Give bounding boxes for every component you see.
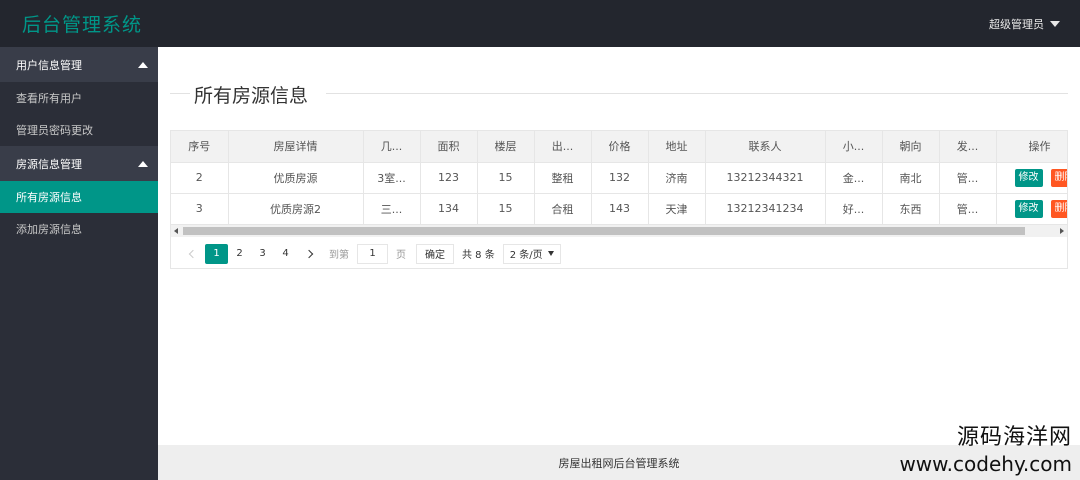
delete-button[interactable]: 删除 bbox=[1050, 168, 1067, 187]
table-cell: 管... bbox=[939, 162, 997, 194]
watermark: 源码海洋网 www.codehy.com bbox=[899, 424, 1072, 476]
page-size-select[interactable]: 2 条/页 bbox=[502, 243, 561, 264]
column-header[interactable]: 价格 bbox=[591, 131, 649, 163]
column-header[interactable]: 面积 bbox=[420, 131, 478, 163]
table-cell: 合租 bbox=[534, 193, 592, 225]
table-cell: 南北 bbox=[882, 162, 940, 194]
table-cell: 天津 bbox=[648, 193, 706, 225]
next-page-button[interactable] bbox=[297, 244, 321, 264]
table-cell: 15 bbox=[477, 193, 535, 225]
table-cell: 143 bbox=[591, 193, 649, 225]
house-table: 序号 房屋详情 几... 面积 楼层 出... 价格 地址 联系人 小... 朝… bbox=[170, 130, 1068, 269]
column-header[interactable]: 序号 bbox=[171, 131, 229, 163]
nav-group-label: 房源信息管理 bbox=[16, 157, 82, 171]
goto-label: 到第 bbox=[329, 250, 349, 261]
table-cell-actions: 修改删除 bbox=[996, 193, 1067, 225]
nav-item-add-house[interactable]: 添加房源信息 bbox=[0, 213, 158, 245]
chevron-left-icon bbox=[188, 249, 198, 258]
page-title-row: 所有房源信息 bbox=[170, 81, 1068, 107]
table-cell: 132 bbox=[591, 162, 649, 194]
table-cell: 济南 bbox=[648, 162, 706, 194]
edit-button[interactable]: 修改 bbox=[1014, 199, 1043, 218]
table-cell: 13212344321 bbox=[705, 162, 826, 194]
column-header[interactable]: 发... bbox=[939, 131, 997, 163]
app-logo[interactable]: 后台管理系统 bbox=[22, 10, 142, 37]
column-header[interactable]: 朝向 bbox=[882, 131, 940, 163]
table-cell: 123 bbox=[420, 162, 478, 194]
user-name: 超级管理员 bbox=[989, 18, 1044, 31]
column-header[interactable]: 地址 bbox=[648, 131, 706, 163]
watermark-cn: 源码海洋网 bbox=[956, 425, 1072, 450]
table-row[interactable]: 2 优质房源 3室... 123 15 整租 132 济南 1321234432… bbox=[171, 162, 1067, 194]
watermark-url: www.codehy.com bbox=[899, 452, 1072, 476]
footer-text: 房屋出租网后台管理系统 bbox=[558, 456, 680, 470]
user-menu[interactable]: 超级管理员 bbox=[989, 16, 1060, 32]
top-header: 后台管理系统 超级管理员 bbox=[0, 0, 1080, 47]
page-number[interactable]: 1 bbox=[205, 243, 228, 264]
table-cell: 好... bbox=[825, 193, 883, 225]
column-header[interactable]: 出... bbox=[534, 131, 592, 163]
page-number[interactable]: 2 bbox=[228, 244, 251, 264]
divider bbox=[170, 93, 190, 94]
caret-up-icon bbox=[138, 61, 148, 68]
page-number[interactable]: 4 bbox=[274, 244, 297, 264]
delete-button[interactable]: 删除 bbox=[1050, 199, 1067, 218]
scroll-right-icon[interactable] bbox=[1060, 228, 1064, 234]
nav-item-admin-password[interactable]: 管理员密码更改 bbox=[0, 114, 158, 146]
column-header[interactable]: 操作 bbox=[996, 131, 1067, 163]
column-header[interactable]: 房屋详情 bbox=[228, 131, 364, 163]
table-cell: 优质房源2 bbox=[228, 193, 364, 225]
table-cell: 134 bbox=[420, 193, 478, 225]
page-unit-label: 页 bbox=[396, 250, 406, 261]
table-cell: 整租 bbox=[534, 162, 592, 194]
page-title: 所有房源信息 bbox=[194, 85, 309, 107]
scroll-left-icon[interactable] bbox=[174, 228, 178, 234]
nav-group-user[interactable]: 用户信息管理 bbox=[0, 47, 158, 82]
sidebar: 用户信息管理 查看所有用户 管理员密码更改 房源信息管理 所有房源信息 添加房源… bbox=[0, 47, 158, 480]
nav-group-house[interactable]: 房源信息管理 bbox=[0, 146, 158, 181]
total-count: 共 8 条 bbox=[462, 250, 495, 261]
table-cell: 3 bbox=[171, 193, 229, 225]
pagination: 1 2 3 4 到第 页 确定 共 8 条 2 条/页 bbox=[171, 238, 1067, 268]
table-cell: 三... bbox=[363, 193, 421, 225]
caret-down-icon bbox=[1050, 21, 1060, 27]
scrollbar-thumb[interactable] bbox=[183, 227, 1025, 235]
prev-page-button[interactable] bbox=[181, 244, 205, 264]
column-header[interactable]: 楼层 bbox=[477, 131, 535, 163]
table-cell: 金... bbox=[825, 162, 883, 194]
main-content: 所有房源信息 序号 房屋详情 几... 面积 楼层 出... 价格 地址 联系人… bbox=[158, 47, 1080, 445]
caret-up-icon bbox=[138, 160, 148, 167]
horizontal-scrollbar[interactable] bbox=[171, 224, 1067, 237]
table-header-row: 序号 房屋详情 几... 面积 楼层 出... 价格 地址 联系人 小... 朝… bbox=[171, 131, 1067, 163]
nav-item-view-users[interactable]: 查看所有用户 bbox=[0, 82, 158, 114]
page-number[interactable]: 3 bbox=[251, 244, 274, 264]
chevron-right-icon bbox=[304, 249, 314, 258]
caret-down-icon bbox=[547, 251, 554, 256]
column-header[interactable]: 小... bbox=[825, 131, 883, 163]
table-cell: 13212341234 bbox=[705, 193, 826, 225]
table-cell: 优质房源 bbox=[228, 162, 364, 194]
column-header[interactable]: 几... bbox=[363, 131, 421, 163]
table-cell: 2 bbox=[171, 162, 229, 194]
table-cell: 管... bbox=[939, 193, 997, 225]
table-cell-actions: 修改删除 bbox=[996, 162, 1067, 194]
nav-group-label: 用户信息管理 bbox=[16, 58, 82, 72]
column-header[interactable]: 联系人 bbox=[705, 131, 826, 163]
table-cell: 15 bbox=[477, 162, 535, 194]
divider bbox=[326, 93, 1068, 94]
table-row[interactable]: 3 优质房源2 三... 134 15 合租 143 天津 1321234123… bbox=[171, 193, 1067, 225]
goto-page-input[interactable] bbox=[357, 243, 388, 264]
table-cell: 3室... bbox=[363, 162, 421, 194]
confirm-button[interactable]: 确定 bbox=[416, 243, 454, 264]
nav-item-all-houses[interactable]: 所有房源信息 bbox=[0, 181, 158, 213]
table-cell: 东西 bbox=[882, 193, 940, 225]
page-size-value: 2 条/页 bbox=[509, 250, 543, 261]
edit-button[interactable]: 修改 bbox=[1014, 168, 1043, 187]
